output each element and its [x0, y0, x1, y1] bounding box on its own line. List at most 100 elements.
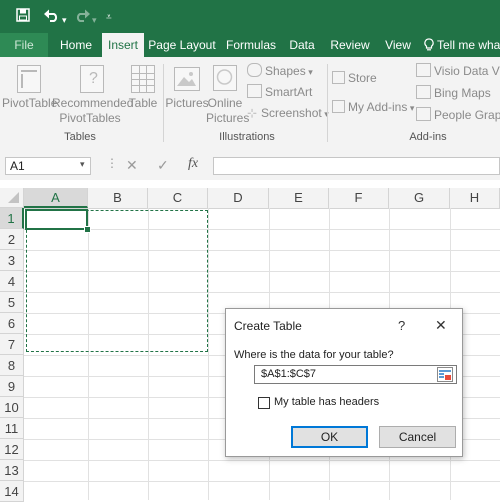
title-bar: ▾ ▾ ⩡	[0, 0, 500, 33]
tab-review[interactable]: Review	[326, 33, 374, 57]
tab-file[interactable]: File	[0, 33, 48, 57]
table-icon	[131, 65, 155, 93]
range-collapse-icon[interactable]	[437, 367, 453, 385]
recommended-line-2: PivotTables	[59, 111, 121, 125]
dialog-title: Create Table	[234, 319, 302, 333]
ribbon-separator	[163, 64, 164, 142]
table-button[interactable]: Table	[126, 96, 160, 111]
close-icon[interactable]: ✕	[435, 317, 447, 334]
cancel-entry-icon[interactable]: ✕	[126, 157, 138, 174]
tell-me-box[interactable]: Tell me what	[424, 33, 500, 57]
column-header-a[interactable]: A	[24, 188, 88, 208]
row-header-14[interactable]: 14	[0, 481, 24, 502]
online-pictures-line-1: Online	[207, 96, 243, 110]
tables-group-label: Tables	[64, 131, 96, 143]
my-addins-button[interactable]: My Add-ins ▾	[332, 100, 414, 114]
shapes-button[interactable]: Shapes ▾	[247, 63, 313, 78]
row-header-4[interactable]: 4	[0, 271, 24, 292]
row-header-7[interactable]: 7	[0, 334, 24, 355]
row-header-11[interactable]: 11	[0, 418, 24, 439]
undo-dropdown-icon[interactable]: ▾	[62, 12, 67, 28]
bing-maps-icon	[416, 85, 431, 99]
formula-input[interactable]	[213, 157, 500, 175]
tab-formulas[interactable]: Formulas	[222, 33, 280, 57]
column-header-g[interactable]: G	[389, 188, 450, 208]
row-header-13[interactable]: 13	[0, 460, 24, 481]
tab-page-layout[interactable]: Page Layout	[148, 33, 216, 57]
lightbulb-icon	[424, 33, 434, 57]
name-box[interactable]: A1	[5, 157, 91, 175]
column-header-f[interactable]: F	[329, 188, 389, 208]
pictures-button[interactable]: Pictures	[165, 96, 209, 111]
pivottable-icon	[17, 65, 41, 93]
visio-icon	[416, 63, 431, 77]
screenshot-label: Screenshot	[261, 106, 322, 120]
ok-button[interactable]: OK	[291, 426, 368, 448]
online-pictures-line-2: Pictures	[206, 111, 250, 125]
bing-maps-button[interactable]: Bing Maps	[416, 85, 491, 100]
row-header-8[interactable]: 8	[0, 355, 24, 376]
row-header-3[interactable]: 3	[0, 250, 24, 271]
save-icon[interactable]	[16, 8, 30, 26]
my-addins-icon	[332, 100, 345, 113]
store-icon	[332, 71, 345, 84]
my-addins-dropdown-icon: ▾	[407, 103, 415, 113]
range-prompt-label: Where is the data for your table?	[234, 349, 394, 361]
row-header-5[interactable]: 5	[0, 292, 24, 313]
recommended-pivottables-button[interactable]: Recommended PivotTables	[52, 96, 133, 126]
ribbon-separator	[327, 64, 328, 142]
bing-maps-label: Bing Maps	[434, 86, 491, 100]
shapes-dropdown-icon: ▾	[305, 67, 313, 77]
name-box-dropdown-icon[interactable]: ▾	[80, 159, 85, 170]
select-all-button[interactable]	[0, 188, 24, 208]
shapes-label: Shapes	[265, 64, 306, 78]
online-pictures-button[interactable]: Online Pictures	[206, 96, 249, 126]
visio-label: Visio Data Visu	[434, 64, 500, 78]
fill-handle[interactable]	[84, 226, 91, 233]
create-table-dialog: Create Table ? ✕ Where is the data for y…	[225, 308, 463, 457]
column-header-b[interactable]: B	[88, 188, 148, 208]
range-input[interactable]: $A$1:$C$7	[254, 365, 457, 384]
headers-checkbox-label[interactable]: My table has headers	[274, 396, 379, 408]
visio-data-button[interactable]: Visio Data Visu	[416, 63, 500, 78]
illustrations-group-label: Illustrations	[219, 131, 275, 143]
cancel-button[interactable]: Cancel	[379, 426, 456, 448]
row-header-6[interactable]: 6	[0, 313, 24, 334]
tab-home[interactable]: Home	[52, 33, 100, 57]
active-cell-a1[interactable]	[25, 209, 88, 230]
row-header-9[interactable]: 9	[0, 376, 24, 397]
tab-insert[interactable]: Insert	[102, 33, 144, 57]
undo-icon[interactable]	[44, 8, 60, 26]
grid-line	[24, 481, 500, 482]
more-options-icon: ⋮	[106, 156, 118, 170]
people-graph-label: People Graph	[434, 108, 500, 122]
row-header-12[interactable]: 12	[0, 439, 24, 460]
row-header-10[interactable]: 10	[0, 397, 24, 418]
addins-group-label: Add-ins	[409, 131, 447, 143]
ribbon-tabs: File Home Insert Page Layout Formulas Da…	[0, 33, 500, 57]
people-graph-button[interactable]: People Graph	[416, 107, 500, 122]
tab-view[interactable]: View	[380, 33, 416, 57]
row-header-1[interactable]: 1	[0, 208, 24, 229]
pivottable-button[interactable]: PivotTable	[2, 96, 57, 111]
pictures-icon	[174, 67, 200, 91]
column-header-c[interactable]: C	[148, 188, 208, 208]
recommended-line-1: Recommended	[52, 96, 134, 110]
smartart-label: SmartArt	[265, 85, 313, 99]
help-icon[interactable]: ?	[398, 318, 405, 333]
column-header-e[interactable]: E	[269, 188, 329, 208]
customize-qat-icon[interactable]: ⩡	[106, 10, 112, 26]
store-button[interactable]: Store	[332, 71, 377, 85]
tab-data[interactable]: Data	[284, 33, 320, 57]
headers-checkbox[interactable]	[258, 397, 270, 409]
my-addins-label: My Add-ins	[348, 100, 408, 114]
grid-line	[24, 460, 500, 461]
range-input-value: $A$1:$C$7	[261, 368, 317, 380]
confirm-entry-icon[interactable]: ✓	[157, 157, 169, 174]
screenshot-button[interactable]: ⊹ Screenshot ▾	[247, 106, 329, 120]
insert-function-icon[interactable]: fx	[188, 156, 198, 172]
column-header-h[interactable]: H	[450, 188, 500, 208]
smartart-button[interactable]: SmartArt	[247, 84, 312, 99]
column-header-d[interactable]: D	[208, 188, 269, 208]
row-header-2[interactable]: 2	[0, 229, 24, 250]
